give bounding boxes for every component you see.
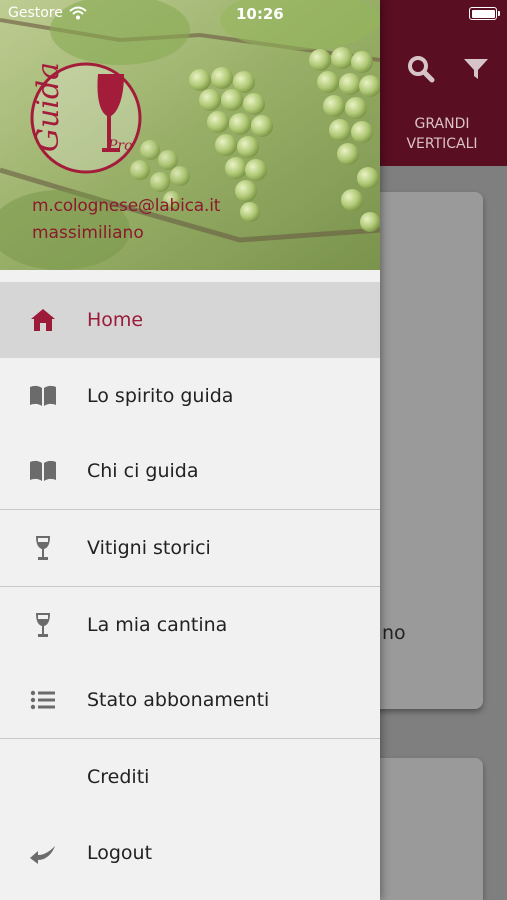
wine-glass-icon	[28, 533, 58, 563]
logout-arrow-icon	[28, 838, 58, 868]
tab-label-line2: VERTICALI	[406, 136, 478, 152]
menu-item-home[interactable]: Home	[0, 282, 380, 358]
logo-subtext: Pro	[107, 138, 133, 154]
menu-item-label: Stato abbonamenti	[87, 689, 270, 712]
tab-grandi-verticali[interactable]: GRANDI VERTICALI	[382, 114, 502, 154]
clock-time: 10:26	[236, 5, 284, 23]
menu-item-la-mia-cantina[interactable]: La mia cantina	[0, 587, 380, 663]
menu-item-label: La mia cantina	[87, 613, 228, 636]
drawer-header: Guida Pro m.colognese@labica.it massimil…	[0, 0, 380, 270]
status-bar: Gestore 10:26	[0, 0, 507, 28]
wine-glass-icon	[28, 610, 58, 640]
user-email: m.colognese@labica.it	[32, 196, 221, 216]
tab-label-line1: GRANDI	[414, 116, 470, 132]
menu-item-label: Chi ci guida	[87, 460, 199, 483]
menu-item-label: Lo spirito guida	[87, 384, 234, 407]
logo-text: Guida	[31, 62, 66, 152]
menu-item-stato-abbonamenti[interactable]: Stato abbonamenti	[0, 662, 380, 738]
menu-item-logout[interactable]: Logout	[0, 815, 380, 891]
list-icon	[28, 685, 58, 715]
book-icon	[28, 456, 58, 486]
content-card[interactable]	[362, 758, 483, 900]
user-name: massimiliano	[32, 223, 144, 243]
menu-item-lo-spirito-guida[interactable]: Lo spirito guida	[0, 358, 380, 434]
book-icon	[28, 381, 58, 411]
menu-item-label: Crediti	[87, 765, 150, 788]
menu-item-vitigni-storici[interactable]: Vitigni storici	[0, 510, 380, 586]
filter-icon[interactable]	[461, 54, 491, 84]
home-icon	[28, 305, 58, 335]
menu-item-label: Vitigni storici	[87, 536, 211, 559]
guida-pro-logo: Guida Pro	[30, 62, 142, 174]
battery-icon	[469, 7, 500, 20]
navigation-drawer: Guida Pro m.colognese@labica.it massimil…	[0, 0, 380, 900]
menu-item-label: Logout	[87, 841, 153, 864]
search-icon[interactable]	[406, 54, 436, 84]
card-text-fragment: no	[382, 622, 406, 644]
content-card[interactable]	[362, 192, 483, 709]
carrier-label: Gestore	[8, 5, 63, 21]
drawer-menu: Home Lo spirito guida Chi ci guida Vitig…	[0, 282, 380, 891]
menu-item-label: Home	[87, 308, 144, 331]
menu-item-crediti[interactable]: Crediti	[0, 739, 380, 815]
wifi-icon	[69, 6, 87, 20]
menu-item-chi-ci-guida[interactable]: Chi ci guida	[0, 433, 380, 509]
